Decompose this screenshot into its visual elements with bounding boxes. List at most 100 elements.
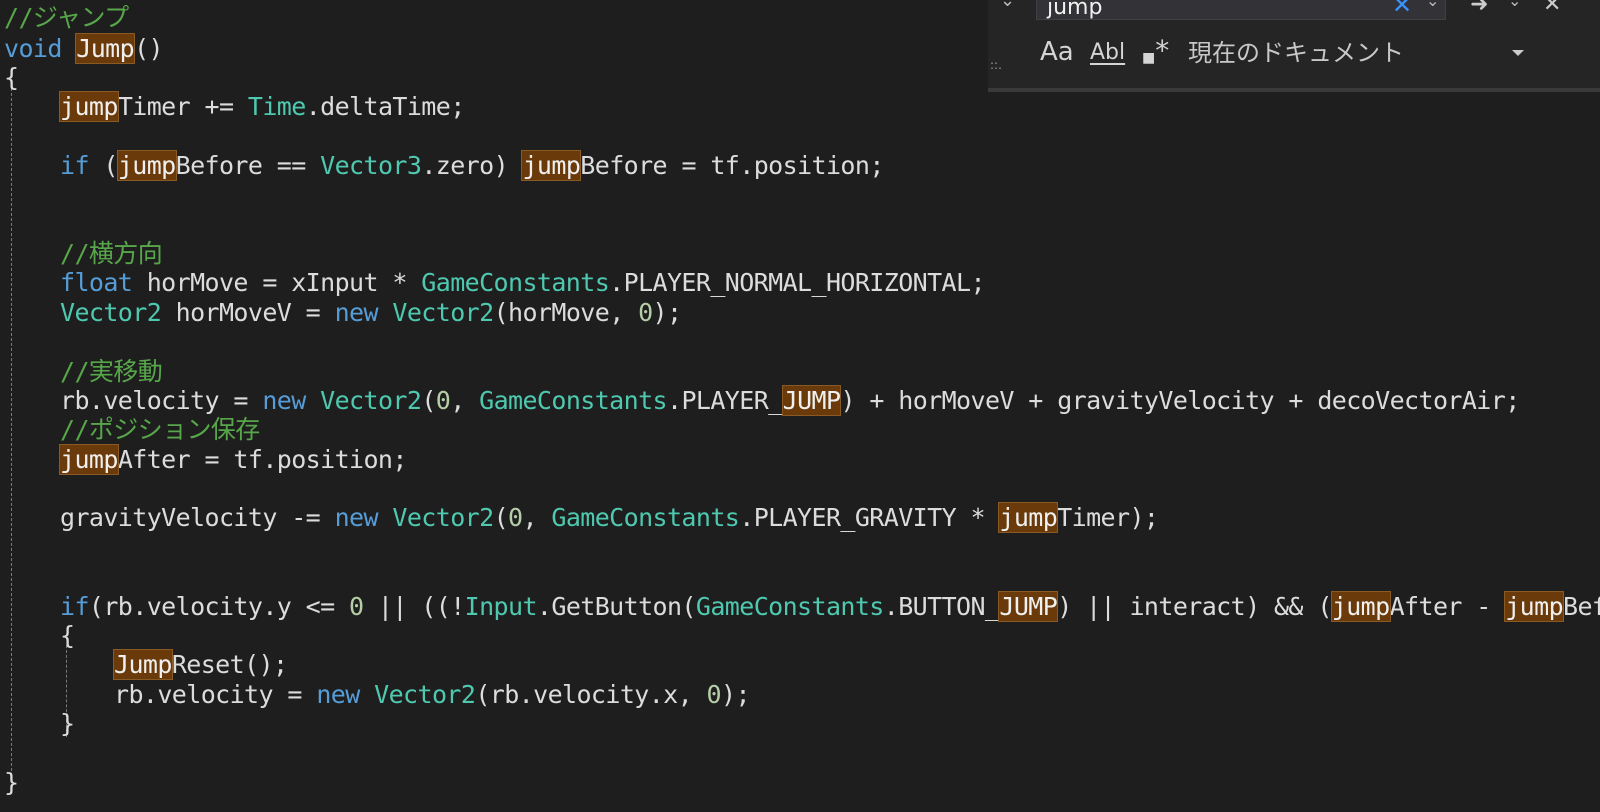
- code-line[interactable]: gravityVelocity -= new Vector2(0, GameCo…: [60, 502, 1159, 533]
- code-text: ,: [450, 386, 480, 415]
- code-line[interactable]: //ジャンプ: [4, 3, 129, 33]
- search-match-highlight: Jump: [75, 33, 136, 64]
- dropdown-arrow-icon[interactable]: [1508, 38, 1538, 68]
- code-text: ,: [522, 503, 552, 532]
- code-text: gravityVelocity -=: [60, 503, 335, 532]
- code-text: Before): [1563, 592, 1600, 621]
- find-next-icon[interactable]: ➜: [1470, 0, 1488, 20]
- code-text: }: [60, 709, 75, 738]
- code-text: {: [60, 621, 75, 650]
- code-line[interactable]: rb.velocity = new Vector2(0, GameConstan…: [60, 385, 1520, 416]
- code-line[interactable]: jumpTimer += Time.deltaTime;: [59, 91, 466, 122]
- code-text: After -: [1389, 592, 1506, 621]
- code-text: Before = tf.position;: [580, 151, 884, 180]
- type-name: Vector2: [60, 298, 162, 327]
- code-text: rb.velocity =: [114, 680, 317, 709]
- type-name: Time: [247, 92, 306, 121]
- type-name: Input: [464, 592, 538, 621]
- code-line[interactable]: Vector2 horMoveV = new Vector2(horMove, …: [60, 298, 682, 328]
- code-text: );: [721, 680, 751, 709]
- code-line[interactable]: rb.velocity = new Vector2(rb.velocity.x,…: [114, 680, 751, 710]
- code-text: .deltaTime;: [305, 92, 466, 121]
- search-history-chevron-icon[interactable]: ⌄: [1426, 0, 1439, 16]
- code-text: Timer);: [1057, 503, 1159, 532]
- code-line[interactable]: JumpReset();: [113, 649, 288, 680]
- comment: //ジャンプ: [4, 3, 129, 32]
- code-text: .zero): [421, 151, 523, 180]
- search-match-highlight: jump: [1504, 591, 1565, 622]
- collapse-chevron-icon[interactable]: ⌄: [1000, 0, 1015, 16]
- keyword: new: [334, 503, 379, 532]
- number-literal: 0: [508, 503, 523, 532]
- code-text: horMove = xInput *: [132, 268, 422, 297]
- regex-label: *: [1155, 34, 1170, 67]
- code-line[interactable]: {: [4, 63, 19, 93]
- search-input[interactable]: jump: [1036, 0, 1446, 20]
- keyword: float: [60, 268, 133, 297]
- code-line[interactable]: //ポジション保存: [60, 415, 260, 445]
- code-text: (horMove,: [493, 298, 639, 327]
- code-text: || ((!: [363, 592, 465, 621]
- whole-word-icon[interactable]: Abl: [1090, 38, 1125, 68]
- code-text: Timer +=: [117, 92, 248, 121]
- code-line[interactable]: {: [60, 621, 75, 651]
- search-match-highlight: jump: [59, 91, 119, 122]
- find-next-chevron-icon[interactable]: ⌄: [1508, 0, 1521, 16]
- type-name: Vector2: [320, 386, 422, 415]
- code-text: After = tf.position;: [117, 445, 408, 474]
- code-line[interactable]: jumpAfter = tf.position;: [59, 444, 408, 475]
- comment: //横方向: [60, 239, 163, 268]
- code-text: horMoveV =: [161, 298, 335, 327]
- search-match-highlight: jump: [1330, 591, 1391, 622]
- search-match-highlight: JUMP: [781, 385, 842, 416]
- search-scope-label[interactable]: 現在のドキュメント: [1188, 38, 1404, 68]
- type-name: GameConstants: [421, 268, 610, 297]
- type-name: Vector2: [374, 680, 476, 709]
- code-text: }: [4, 768, 19, 797]
- keyword: if: [60, 592, 90, 621]
- code-text: (rb.velocity.y <=: [88, 592, 350, 621]
- code-line[interactable]: float horMove = xInput * GameConstants.P…: [60, 268, 986, 298]
- match-case-label: Aa: [1040, 37, 1074, 67]
- close-icon[interactable]: ✕: [1543, 0, 1561, 20]
- clear-search-icon[interactable]: ✕: [1392, 0, 1412, 20]
- indent-guide-outer: [11, 88, 12, 776]
- code-line[interactable]: //実移動: [60, 357, 163, 387]
- regex-icon[interactable]: ■*: [1142, 36, 1169, 73]
- comment: //ポジション保存: [60, 415, 260, 444]
- code-text: (: [421, 386, 436, 415]
- code-text: (: [493, 503, 509, 532]
- keyword: if: [60, 151, 90, 180]
- code-line[interactable]: //横方向: [60, 239, 163, 269]
- code-text: .PLAYER_: [667, 386, 783, 415]
- code-line[interactable]: void Jump(): [4, 33, 164, 64]
- whole-word-label: Abl: [1090, 40, 1126, 65]
- code-line[interactable]: }: [4, 768, 19, 798]
- find-widget: ⌄ jump ✕ ⌄ ➜ ⌄ ✕ Aa Abl ■* 現在のドキュメント ::.: [988, 0, 1600, 92]
- number-literal: 0: [706, 680, 722, 709]
- code-editor[interactable]: //ジャンプ void Jump() { jumpTimer += Time.d…: [0, 0, 1600, 812]
- code-text: (: [88, 151, 118, 180]
- type-name: Vector3: [320, 151, 422, 180]
- type-name: Vector2: [392, 503, 494, 532]
- resize-grip-icon[interactable]: ::.: [990, 58, 1002, 72]
- code-line[interactable]: if (jumpBefore == Vector3.zero) jumpBefo…: [60, 150, 884, 181]
- search-match-highlight: jump: [59, 444, 119, 475]
- code-line[interactable]: }: [60, 709, 75, 739]
- keyword: new: [262, 386, 306, 415]
- code-text: .PLAYER_GRAVITY *: [739, 503, 1000, 532]
- match-case-icon[interactable]: Aa: [1040, 37, 1074, 67]
- search-match-highlight: jump: [521, 150, 582, 181]
- search-match-highlight: jump: [998, 502, 1059, 533]
- keyword: new: [316, 680, 360, 709]
- search-match-highlight: jump: [116, 150, 177, 181]
- code-line[interactable]: if(rb.velocity.y <= 0 || ((!Input.GetBut…: [60, 591, 1600, 622]
- code-text: ) + horMoveV + gravityVelocity + decoVec…: [840, 386, 1520, 415]
- code-text: Reset();: [171, 650, 288, 679]
- search-match-highlight: JUMP: [998, 591, 1059, 622]
- type-name: Vector2: [392, 298, 494, 327]
- comment: //実移動: [60, 357, 163, 386]
